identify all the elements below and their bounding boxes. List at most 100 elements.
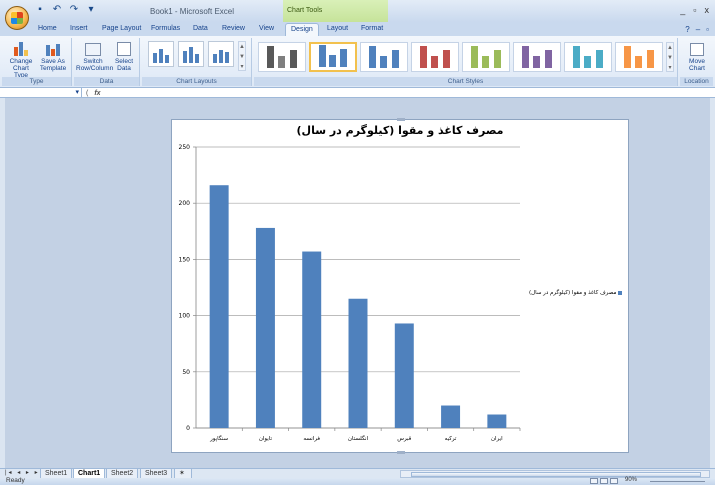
restore-button[interactable]: ▫ (693, 5, 696, 15)
select-data-icon (115, 40, 133, 56)
ribbon-minimize-button[interactable]: – (696, 25, 700, 34)
help-controls: ? – ▫ (685, 25, 709, 34)
page-layout-view-icon[interactable] (600, 478, 608, 484)
y-tick-label: 200 (179, 200, 191, 207)
scroll-down-icon[interactable]: ▼ (239, 52, 245, 62)
redo-icon[interactable]: ↷ (68, 4, 80, 16)
chart-plot[interactable]: 0 50 100 150 200 250 سنگاپور تایوان فرانسه انگلست… (172, 120, 630, 454)
save-icon[interactable]: ▪ (34, 4, 46, 16)
x-tick-label: فرانسه (303, 436, 320, 442)
change-chart-type-button[interactable]: Change Chart Type (6, 40, 36, 79)
style-preview-bar (482, 56, 490, 68)
close-button[interactable]: x (705, 5, 710, 15)
sheet-tab-bar: |◂ ◂ ▸ ▸| Sheet1 Chart1 Sheet2 Sheet3 ✶ (0, 468, 715, 479)
quick-access-toolbar: ▪ ↶ ↷ ▾ (34, 4, 97, 16)
formula-controls: ( fx (82, 88, 122, 98)
tab-home[interactable]: Home (38, 25, 57, 32)
style-preview-bar (278, 56, 286, 68)
style-preview-bar (635, 56, 643, 68)
switch-row-column-icon (84, 40, 102, 56)
tab-view[interactable]: View (259, 25, 274, 32)
data-group: Switch Row/Column Select Data Data (74, 38, 140, 86)
scroll-up-icon[interactable]: ▲ (239, 42, 245, 52)
tab-data[interactable]: Data (193, 25, 208, 32)
type-group-label: Type (2, 77, 71, 86)
move-chart-icon (688, 40, 706, 56)
chart-style-8[interactable] (615, 42, 663, 72)
name-box[interactable]: ▾ (2, 88, 82, 98)
x-tick-label: انگلستان (348, 435, 369, 442)
y-tick-label: 100 (179, 313, 191, 320)
style-preview-bar (431, 56, 439, 68)
x-tick-label: ترکیه (445, 435, 457, 442)
y-tick-label: 150 (179, 256, 191, 263)
status-bar: Ready 90% (0, 477, 715, 485)
chart-style-5[interactable] (462, 42, 510, 72)
chart-styles-label: Chart Styles (254, 77, 677, 86)
sheet-nav-arrows[interactable]: |◂ ◂ ▸ ▸| (5, 469, 43, 476)
save-as-template-button[interactable]: Save As Template (38, 40, 68, 72)
horizontal-scrollbar[interactable] (400, 470, 710, 478)
save-as-template-label: Save As Template (39, 58, 67, 72)
chart-style-6[interactable] (513, 42, 561, 72)
chart-legend[interactable]: مصرف کاغذ و مقوا (کیلوگرم در سال) (529, 290, 623, 296)
status-text: Ready (6, 477, 25, 484)
chart-tools-label: Chart Tools (287, 7, 323, 14)
undo-icon[interactable]: ↶ (51, 4, 63, 16)
view-buttons (590, 478, 618, 484)
workbook-restore-button[interactable]: ▫ (706, 25, 709, 34)
help-icon[interactable]: ? (685, 25, 689, 34)
scroll-up-icon[interactable]: ▲ (667, 43, 673, 53)
style-preview-bar (624, 46, 632, 68)
window-title: Book1 - Microsoft Excel (150, 7, 235, 16)
tab-layout[interactable]: Layout (327, 25, 348, 32)
change-chart-type-label: Change Chart Type (9, 58, 33, 79)
layouts-scroll[interactable]: ▲ ▼ ▾ (238, 41, 246, 71)
chart-style-2[interactable] (309, 42, 357, 72)
zoom-slider[interactable] (650, 481, 705, 482)
fx-icon[interactable]: fx (94, 90, 100, 97)
tab-review[interactable]: Review (222, 25, 245, 32)
office-logo-icon (11, 12, 23, 24)
tab-insert[interactable]: Insert (70, 25, 88, 32)
minimize-button[interactable]: _ (680, 5, 685, 15)
chart-style-4[interactable] (411, 42, 459, 72)
location-group: Move Chart Location (680, 38, 713, 86)
chart-layout-1[interactable] (148, 41, 174, 67)
select-data-button[interactable]: Select Data (110, 40, 138, 72)
chart-area[interactable]: مصرف کاغذ و مقوا (کیلوگرم در سال) 0 50 100… (171, 118, 630, 454)
customize-icon[interactable]: ▾ (85, 4, 97, 16)
style-preview-bar (544, 50, 552, 68)
scroll-down-icon[interactable]: ▼ (667, 53, 673, 63)
normal-view-icon[interactable] (590, 478, 598, 484)
y-tick-label: 250 (179, 144, 191, 151)
page-break-view-icon[interactable] (610, 478, 618, 484)
tab-format[interactable]: Format (361, 25, 383, 32)
more-icon[interactable]: ▾ (239, 62, 245, 72)
formula-bar: ▾ ( fx (0, 88, 715, 98)
scroll-thumb[interactable] (411, 472, 701, 477)
chart-layout-2[interactable] (178, 41, 204, 67)
chart-style-1[interactable] (258, 42, 306, 72)
tab-page-layout[interactable]: Page Layout (102, 25, 141, 32)
style-preview-bar (329, 55, 337, 67)
more-icon[interactable]: ▾ (667, 63, 673, 73)
switch-row-column-button[interactable]: Switch Row/Column (76, 40, 113, 72)
move-chart-button[interactable]: Move Chart (682, 40, 712, 72)
chart-style-3[interactable] (360, 42, 408, 72)
zoom-level[interactable]: 90% (625, 477, 637, 483)
legend-label: مصرف کاغذ و مقوا (کیلوگرم در سال) (529, 290, 617, 296)
x-tick-label: تایوان (259, 436, 273, 442)
chart-style-7[interactable] (564, 42, 612, 72)
tab-design[interactable]: Design (285, 23, 319, 37)
bar (441, 405, 461, 428)
tab-formulas[interactable]: Formulas (151, 25, 180, 32)
style-preview-bar (442, 50, 450, 68)
bar (209, 185, 229, 428)
style-preview-bar (340, 49, 348, 67)
office-button[interactable] (5, 6, 29, 30)
chart-layout-3[interactable] (208, 41, 234, 67)
cancel-icon[interactable]: ( (86, 90, 88, 97)
styles-scroll[interactable]: ▲ ▼ ▾ (666, 42, 674, 72)
x-tick-label: قبرس (397, 436, 411, 442)
